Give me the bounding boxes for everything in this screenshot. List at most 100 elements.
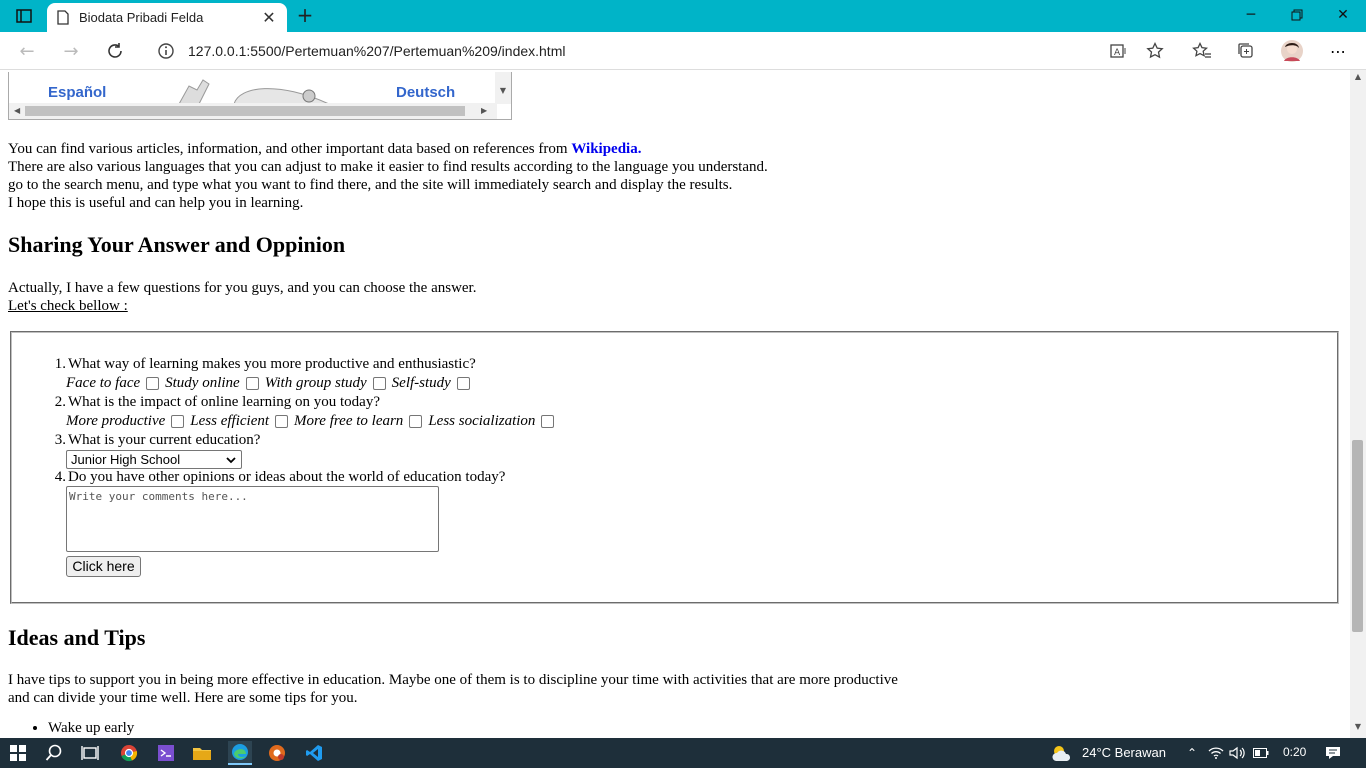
read-aloud-icon[interactable]: A [1104, 37, 1134, 65]
iframe-vertical-scrollbar[interactable]: ▼ [495, 72, 511, 104]
wiki-lang-espanol[interactable]: Español [48, 84, 106, 101]
question-number: 2. [54, 394, 66, 410]
option-study-online[interactable]: Study online [165, 375, 261, 392]
browser-tab[interactable]: Biodata Pribadi Felda ✕ [47, 3, 287, 32]
question-number: 1. [54, 356, 66, 372]
wiki-lang-deutsch[interactable]: Deutsch [396, 84, 455, 101]
sharing-text: Actually, I have a few questions for you… [8, 280, 477, 296]
collections-icon[interactable] [1231, 37, 1261, 65]
option-label: Study online [165, 375, 240, 391]
question-text: Do you have other opinions or ideas abou… [68, 469, 506, 485]
question-2-options: More productive Less efficient More free… [66, 413, 560, 430]
refresh-icon[interactable] [100, 37, 130, 65]
option-less-socialization[interactable]: Less socialization [428, 413, 556, 430]
add-favorite-icon[interactable] [1140, 37, 1170, 65]
chevron-up-icon[interactable]: ⌃ [1180, 741, 1204, 765]
checkbox[interactable] [541, 415, 555, 428]
tab-title: Biodata Pribadi Felda [79, 10, 204, 25]
restore-icon[interactable] [1274, 0, 1320, 30]
chevron-down-icon [226, 457, 236, 464]
chrome-icon[interactable] [117, 741, 141, 765]
ideas-line-2: and can divide your time well. Here are … [8, 690, 358, 706]
site-info-icon[interactable] [156, 41, 176, 61]
favorites-icon[interactable] [1187, 37, 1217, 65]
checkbox[interactable] [171, 415, 185, 428]
url-text: 127.0.0.1:5500/Pertemuan%207/Pertemuan%2… [188, 43, 566, 59]
page-icon [57, 10, 69, 25]
list-item: Wake up early [48, 720, 134, 737]
weather-icon[interactable] [1050, 741, 1074, 765]
intro-line-4: I hope this is useful and can help you i… [8, 195, 304, 211]
option-more-free[interactable]: More free to learn [294, 413, 424, 430]
task-view-icon[interactable] [78, 741, 102, 765]
question-text: What is the impact of online learning on… [68, 394, 380, 410]
battery-icon[interactable] [1249, 741, 1273, 765]
checkbox[interactable] [245, 377, 259, 390]
edge-icon[interactable] [228, 741, 252, 765]
intro-paragraph: You can find various articles, informati… [8, 140, 768, 212]
volume-icon[interactable] [1225, 741, 1249, 765]
submit-button[interactable]: Click here [66, 556, 141, 577]
page-viewport: Español Deutsch ▼ ◀ ▶ You can find vario… [0, 70, 1350, 738]
ideas-paragraph: I have tips to support you in being more… [8, 671, 898, 707]
option-label: Less socialization [428, 413, 536, 429]
scroll-left-icon[interactable]: ◀ [14, 106, 20, 115]
close-window-icon[interactable]: ✕ [1320, 0, 1366, 30]
question-1: 1. What way of learning makes you more pr… [50, 355, 476, 373]
intro-line-2: There are also various languages that yo… [8, 159, 768, 175]
iframe-scroll-thumb[interactable] [25, 106, 465, 116]
tab-actions-icon[interactable] [8, 5, 40, 27]
option-face-to-face[interactable]: Face to face [66, 375, 161, 392]
option-group-study[interactable]: With group study [265, 375, 388, 392]
svg-text:A: A [1114, 48, 1121, 58]
education-select[interactable]: Junior High School [66, 450, 242, 469]
option-label: More free to learn [294, 413, 404, 429]
checkbox[interactable] [146, 377, 160, 390]
minimize-icon[interactable]: ─ [1228, 0, 1274, 30]
option-label: With group study [264, 375, 367, 391]
search-icon[interactable] [42, 741, 66, 765]
education-selected-value: Junior High School [71, 452, 181, 467]
iframe-horizontal-scrollbar[interactable]: ◀ ▶ [9, 103, 497, 119]
option-more-productive[interactable]: More productive [66, 413, 186, 430]
window-controls: ─ ✕ [1228, 0, 1366, 30]
forward-icon[interactable]: → [56, 37, 86, 65]
close-tab-icon[interactable]: ✕ [261, 8, 277, 27]
wikipedia-link[interactable]: Wikipedia. [571, 141, 641, 157]
checkbox[interactable] [456, 377, 470, 390]
windows-start-icon[interactable] [6, 741, 30, 765]
notification-icon[interactable] [1321, 741, 1345, 765]
vscode-icon[interactable] [302, 741, 326, 765]
file-explorer-icon[interactable] [190, 741, 214, 765]
wikipedia-iframe[interactable]: Español Deutsch ▼ ◀ ▶ [8, 72, 512, 120]
option-label: Less efficient [190, 413, 270, 429]
page-scrollbar[interactable]: ▲ ▼ [1350, 70, 1366, 738]
checkbox[interactable] [275, 415, 289, 428]
option-self-study[interactable]: Self-study [392, 375, 472, 392]
browser-toolbar: ← → 127.0.0.1:5500/Pertemuan%207/Pertemu… [0, 32, 1366, 70]
address-bar[interactable]: 127.0.0.1:5500/Pertemuan%207/Pertemuan%2… [144, 36, 1178, 66]
scroll-up-icon[interactable]: ▲ [1350, 72, 1366, 86]
weather-text[interactable]: 24°C Berawan [1082, 745, 1166, 760]
checkbox[interactable] [372, 377, 386, 390]
visual-studio-icon[interactable] [154, 741, 178, 765]
check-below-text: Let's check bellow : [8, 298, 128, 314]
question-text: What is your current education? [68, 432, 261, 448]
page-scroll-thumb[interactable] [1352, 440, 1363, 632]
option-less-efficient[interactable]: Less efficient [190, 413, 290, 430]
option-label: Self-study [391, 375, 451, 391]
question-4: 4. Do you have other opinions or ideas ab… [50, 468, 506, 486]
tips-list: Wake up early [8, 720, 134, 737]
new-tab-button[interactable]: + [292, 4, 318, 28]
back-icon[interactable]: ← [12, 37, 42, 65]
scroll-right-icon[interactable]: ▶ [481, 106, 487, 115]
chrome-canary-icon[interactable] [265, 741, 289, 765]
comments-textarea[interactable]: Write your comments here... [66, 486, 439, 552]
checkbox[interactable] [409, 415, 423, 428]
option-label: Face to face [66, 375, 141, 391]
clock[interactable]: 0:20 [1283, 745, 1306, 759]
question-number: 4. [54, 469, 66, 485]
more-menu-icon[interactable]: ⋯ [1323, 37, 1353, 65]
profile-avatar[interactable] [1277, 37, 1307, 65]
scroll-down-icon[interactable]: ▼ [1350, 722, 1366, 736]
